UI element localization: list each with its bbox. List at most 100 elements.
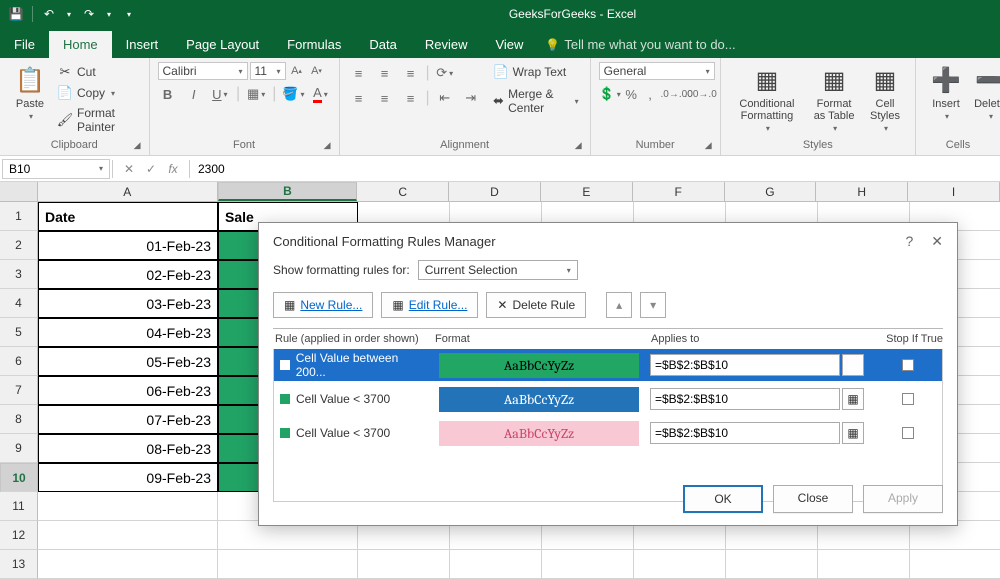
tab-formulas[interactable]: Formulas [273, 31, 355, 58]
cell[interactable] [218, 550, 358, 579]
font-size-select[interactable]: 11▾ [250, 62, 286, 80]
undo-more-icon[interactable]: ▾ [61, 6, 77, 22]
select-all-corner[interactable] [0, 182, 38, 201]
percent-icon[interactable]: % [623, 83, 640, 105]
align-right-icon[interactable]: ≡ [400, 87, 422, 109]
rule-row-3[interactable]: Cell Value < 3700 AaBbCcYyZz ▦ [274, 417, 942, 449]
ok-button[interactable]: OK [683, 485, 763, 513]
range-selector-icon[interactable]: ▦ [842, 388, 864, 410]
row-header-5[interactable]: 5 [0, 318, 38, 347]
col-header-a[interactable]: A [38, 182, 218, 201]
cell[interactable] [358, 550, 450, 579]
edit-rule-button[interactable]: ▦Edit Rule... [381, 292, 478, 318]
tell-me[interactable]: 💡 Tell me what you want to do... [537, 31, 743, 58]
redo-more-icon[interactable]: ▾ [101, 6, 117, 22]
shrink-font-icon[interactable]: A▾ [308, 62, 326, 80]
format-as-table-button[interactable]: ▦Format as Table▾ [805, 62, 863, 135]
tab-review[interactable]: Review [411, 31, 482, 58]
cell[interactable]: 01-Feb-23 [38, 231, 218, 260]
row-header-4[interactable]: 4 [0, 289, 38, 318]
applies-to-input[interactable] [650, 422, 840, 444]
cell[interactable]: 06-Feb-23 [38, 376, 218, 405]
stop-if-true-checkbox[interactable] [902, 359, 914, 371]
applies-to-input[interactable] [650, 354, 840, 376]
row-header-8[interactable]: 8 [0, 405, 38, 434]
orientation-icon[interactable]: ⟳▾ [434, 62, 456, 84]
cancel-formula-icon[interactable]: ✕ [119, 162, 139, 176]
cell[interactable] [634, 550, 726, 579]
redo-icon[interactable]: ↷ [81, 6, 97, 22]
row-header-7[interactable]: 7 [0, 376, 38, 405]
border-button[interactable]: ▦▾ [246, 83, 266, 105]
cell[interactable] [726, 550, 818, 579]
col-header-h[interactable]: H [816, 182, 908, 201]
row-header-12[interactable]: 12 [0, 521, 38, 550]
comma-icon[interactable]: , [642, 83, 659, 105]
dialog-close-icon[interactable]: ✕ [931, 233, 943, 250]
number-format-select[interactable]: General▾ [599, 62, 715, 80]
fx-icon[interactable]: fx [163, 162, 183, 176]
name-box[interactable]: B10▾ [2, 159, 110, 179]
alignment-dialog-launcher-icon[interactable]: ◢ [575, 140, 582, 151]
font-color-button[interactable]: A▾ [310, 83, 330, 105]
row-header-13[interactable]: 13 [0, 550, 38, 579]
cut-button[interactable]: ✂Cut [54, 62, 141, 82]
dialog-help-icon[interactable]: ? [905, 233, 913, 250]
tab-insert[interactable]: Insert [112, 31, 173, 58]
align-left-icon[interactable]: ≡ [348, 87, 370, 109]
apply-button[interactable]: Apply [863, 485, 943, 513]
tab-file[interactable]: File [0, 31, 49, 58]
cell[interactable]: 08-Feb-23 [38, 434, 218, 463]
enter-formula-icon[interactable]: ✓ [141, 162, 161, 176]
undo-icon[interactable]: ↶ [41, 6, 57, 22]
stop-if-true-checkbox[interactable] [902, 427, 914, 439]
qat-customize-icon[interactable]: ▾ [121, 6, 137, 22]
row-header-11[interactable]: 11 [0, 492, 38, 521]
row-header-1[interactable]: 1 [0, 202, 38, 231]
format-painter-button[interactable]: 🖌Format Painter [54, 104, 141, 136]
cell[interactable] [818, 550, 910, 579]
cell-styles-button[interactable]: ▦Cell Styles▾ [863, 62, 907, 135]
cell[interactable] [542, 550, 634, 579]
tab-pagelayout[interactable]: Page Layout [172, 31, 273, 58]
merge-center-button[interactable]: ⬌Merge & Center▾ [490, 85, 582, 117]
new-rule-button[interactable]: ▦New Rule... [273, 292, 373, 318]
align-bottom-icon[interactable]: ≡ [400, 62, 422, 84]
row-header-6[interactable]: 6 [0, 347, 38, 376]
grow-font-icon[interactable]: A▴ [288, 62, 306, 80]
cell[interactable]: Date [38, 202, 218, 231]
move-rule-up-button[interactable]: ▴ [606, 292, 632, 318]
save-icon[interactable]: 💾 [8, 6, 24, 22]
formula-input[interactable]: 2300 [190, 160, 1000, 178]
decrease-indent-icon[interactable]: ⇤ [434, 87, 456, 109]
close-button[interactable]: Close [773, 485, 853, 513]
align-top-icon[interactable]: ≡ [348, 62, 370, 84]
cell[interactable] [910, 550, 1000, 579]
fill-color-button[interactable]: 🪣▾ [282, 83, 304, 105]
col-header-f[interactable]: F [633, 182, 725, 201]
currency-icon[interactable]: 💲▾ [599, 83, 621, 105]
delete-cells-button[interactable]: ➖Delete▾ [968, 62, 1000, 123]
cell[interactable]: 05-Feb-23 [38, 347, 218, 376]
tab-data[interactable]: Data [355, 31, 410, 58]
conditional-formatting-button[interactable]: ▦Conditional Formatting▾ [729, 62, 806, 135]
align-center-icon[interactable]: ≡ [374, 87, 396, 109]
clipboard-dialog-launcher-icon[interactable]: ◢ [134, 140, 141, 151]
insert-cells-button[interactable]: ➕Insert▾ [924, 62, 968, 123]
col-header-d[interactable]: D [449, 182, 541, 201]
show-rules-for-select[interactable]: Current Selection▾ [418, 260, 578, 280]
cell[interactable]: 07-Feb-23 [38, 405, 218, 434]
cell[interactable]: 03-Feb-23 [38, 289, 218, 318]
tab-home[interactable]: Home [49, 31, 112, 58]
decrease-decimal-icon[interactable]: .00→.0 [690, 83, 712, 105]
cell[interactable] [450, 550, 542, 579]
range-selector-icon[interactable]: ▦ [842, 354, 864, 376]
col-header-c[interactable]: C [357, 182, 449, 201]
applies-to-input[interactable] [650, 388, 840, 410]
number-dialog-launcher-icon[interactable]: ◢ [705, 140, 712, 151]
col-header-i[interactable]: I [908, 182, 1000, 201]
rule-row-2[interactable]: Cell Value < 3700 AaBbCcYyZz ▦ [274, 383, 942, 415]
col-header-b[interactable]: B [218, 182, 358, 201]
cell[interactable]: 09-Feb-23 [38, 463, 218, 492]
increase-indent-icon[interactable]: ⇥ [460, 87, 482, 109]
